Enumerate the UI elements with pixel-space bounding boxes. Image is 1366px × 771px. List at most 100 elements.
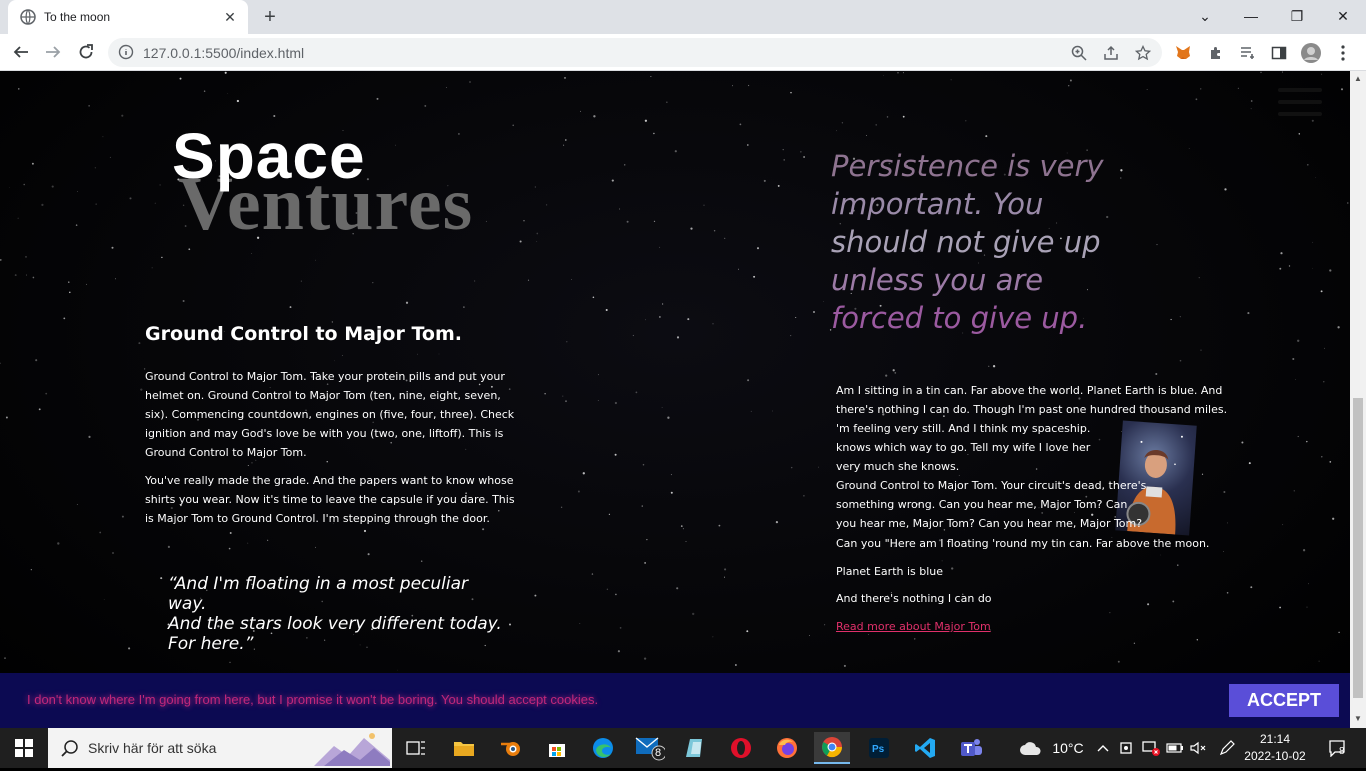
microsoft-store-icon[interactable] xyxy=(539,732,575,764)
star xyxy=(251,253,252,254)
scroll-down-arrow-icon[interactable]: ▼ xyxy=(1354,715,1362,723)
back-button[interactable] xyxy=(8,39,34,65)
star xyxy=(1337,326,1340,329)
star xyxy=(777,184,780,187)
star xyxy=(1306,440,1308,443)
firefox-icon[interactable] xyxy=(769,732,805,764)
star xyxy=(713,230,716,232)
hamburger-menu-icon[interactable] xyxy=(1278,88,1322,118)
task-view-icon[interactable] xyxy=(398,732,434,764)
accept-cookies-button[interactable]: ACCEPT xyxy=(1229,684,1339,717)
star xyxy=(227,93,229,94)
reload-button[interactable] xyxy=(73,39,99,65)
edge-browser-icon[interactable] xyxy=(585,732,621,764)
chevron-up-icon[interactable] xyxy=(1094,728,1112,768)
star xyxy=(894,372,897,374)
teams-icon[interactable] xyxy=(953,732,989,764)
star xyxy=(1247,312,1250,315)
star xyxy=(619,627,622,629)
lyric-line: “And I'm floating in a most peculiar way… xyxy=(168,574,469,614)
bookmark-star-icon[interactable] xyxy=(1134,44,1152,62)
star xyxy=(883,75,884,76)
site-info-icon[interactable] xyxy=(118,44,134,60)
star xyxy=(783,159,785,161)
star xyxy=(836,130,837,132)
side-panel-icon[interactable] xyxy=(1269,43,1289,63)
share-icon[interactable] xyxy=(1102,44,1120,62)
star xyxy=(69,291,71,294)
media-queue-icon[interactable] xyxy=(1238,43,1258,63)
logo-space: Space xyxy=(172,120,366,192)
star xyxy=(823,301,825,302)
restore-button[interactable]: ❐ xyxy=(1274,0,1320,32)
taskbar-search-box[interactable]: Skriv här för att söka xyxy=(48,728,392,768)
new-tab-button[interactable]: + xyxy=(258,5,282,29)
star xyxy=(25,274,27,276)
star xyxy=(372,282,374,284)
star xyxy=(94,167,96,169)
forward-button[interactable] xyxy=(40,39,66,65)
star xyxy=(1155,372,1158,376)
address-bar[interactable]: 127.0.0.1:5500/index.html xyxy=(108,38,1162,67)
blender-icon[interactable] xyxy=(493,732,529,764)
chrome-icon[interactable] xyxy=(814,732,850,764)
extensions-puzzle-icon[interactable] xyxy=(1206,43,1226,63)
taskbar-clock[interactable]: 21:14 2022-10-02 xyxy=(1242,731,1308,765)
network-error-icon[interactable] xyxy=(1141,728,1161,768)
lyrics-paragraph: And there's nothing I can do xyxy=(836,592,992,605)
section-heading: Ground Control to Major Tom. xyxy=(145,323,462,345)
chrome-menu-icon[interactable] xyxy=(1333,43,1353,63)
minimize-button[interactable]: — xyxy=(1228,0,1274,32)
star xyxy=(289,306,292,309)
star xyxy=(182,299,185,303)
pen-icon[interactable] xyxy=(1216,728,1238,768)
star xyxy=(724,568,727,571)
windows-start-button[interactable] xyxy=(0,728,48,768)
star xyxy=(614,401,618,405)
page-scrollbar[interactable]: ▲ ▼ xyxy=(1350,71,1366,728)
battery-icon[interactable] xyxy=(1165,728,1185,768)
star xyxy=(1250,586,1253,589)
star xyxy=(1146,89,1148,91)
star xyxy=(824,624,826,626)
star xyxy=(1306,606,1308,608)
photoshop-icon[interactable]: Ps xyxy=(861,732,897,764)
browser-tab[interactable]: To the moon ✕ xyxy=(8,0,248,34)
file-explorer-icon[interactable] xyxy=(446,732,482,764)
zoom-icon[interactable] xyxy=(1070,44,1088,62)
tab-close-icon[interactable]: ✕ xyxy=(222,9,238,25)
volume-muted-icon[interactable] xyxy=(1188,728,1208,768)
mail-icon[interactable]: 8 xyxy=(632,732,668,764)
star xyxy=(203,90,206,92)
close-window-button[interactable]: ✕ xyxy=(1320,0,1366,32)
star xyxy=(738,268,739,270)
opera-icon[interactable] xyxy=(723,732,759,764)
star xyxy=(735,664,737,666)
star xyxy=(32,276,35,279)
weather-cloud-icon[interactable] xyxy=(1012,728,1050,768)
star xyxy=(1329,269,1332,272)
lyrics-line: you hear me, Major Tom? Can you hear me,… xyxy=(836,517,1143,530)
star xyxy=(424,104,427,107)
tray-app-icon[interactable] xyxy=(1117,728,1135,768)
url-text[interactable]: 127.0.0.1:5500/index.html xyxy=(143,45,304,61)
star xyxy=(35,359,38,362)
weather-temperature[interactable]: 10°C xyxy=(1048,728,1088,768)
star xyxy=(1329,461,1332,463)
app-icon[interactable] xyxy=(677,732,713,764)
star xyxy=(159,184,161,186)
profile-avatar[interactable] xyxy=(1301,43,1321,63)
star xyxy=(703,204,705,206)
star xyxy=(1315,177,1317,179)
star xyxy=(1279,606,1281,609)
star xyxy=(579,622,581,624)
star xyxy=(739,123,742,126)
notifications-icon[interactable]: 8 xyxy=(1318,728,1358,768)
scroll-thumb[interactable] xyxy=(1353,398,1363,698)
read-more-link[interactable]: Read more about Major Tom xyxy=(836,620,991,633)
vscode-icon[interactable] xyxy=(907,732,943,764)
metamask-fox-icon[interactable] xyxy=(1173,43,1193,63)
tab-search-chevron-icon[interactable]: ⌄ xyxy=(1182,0,1228,32)
scroll-up-arrow-icon[interactable]: ▲ xyxy=(1354,75,1362,83)
star xyxy=(646,538,648,541)
